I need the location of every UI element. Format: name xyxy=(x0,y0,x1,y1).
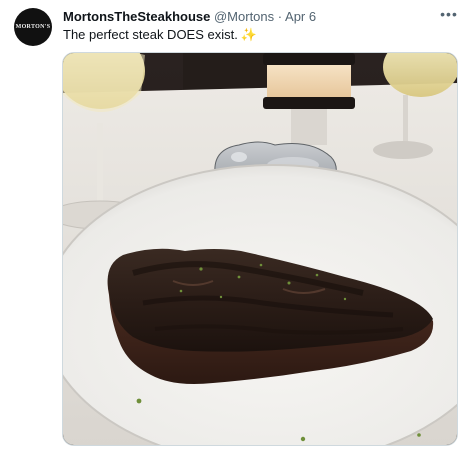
tweet-body: The perfect steak DOES exist. xyxy=(63,27,238,42)
tweet[interactable]: MORTON'S MortonsTheSteakhouse @Mortons ·… xyxy=(0,0,474,456)
post-date[interactable]: Apr 6 xyxy=(285,9,316,24)
avatar[interactable]: MORTON'S xyxy=(14,8,52,46)
tweet-text: The perfect steak DOES exist. ✨ xyxy=(63,27,257,43)
media-photo[interactable] xyxy=(62,52,458,446)
user-handle[interactable]: @Mortons xyxy=(214,9,274,24)
tweet-header: MortonsTheSteakhouse @Mortons · Apr 6 xyxy=(63,9,316,25)
separator-dot: · xyxy=(277,9,283,24)
avatar-logo: MORTON'S xyxy=(15,24,51,30)
more-options-icon[interactable]: ••• xyxy=(440,6,458,22)
steak-photo-illustration xyxy=(63,53,457,445)
sparkles-icon: ✨ xyxy=(240,27,258,42)
display-name[interactable]: MortonsTheSteakhouse xyxy=(63,9,210,24)
